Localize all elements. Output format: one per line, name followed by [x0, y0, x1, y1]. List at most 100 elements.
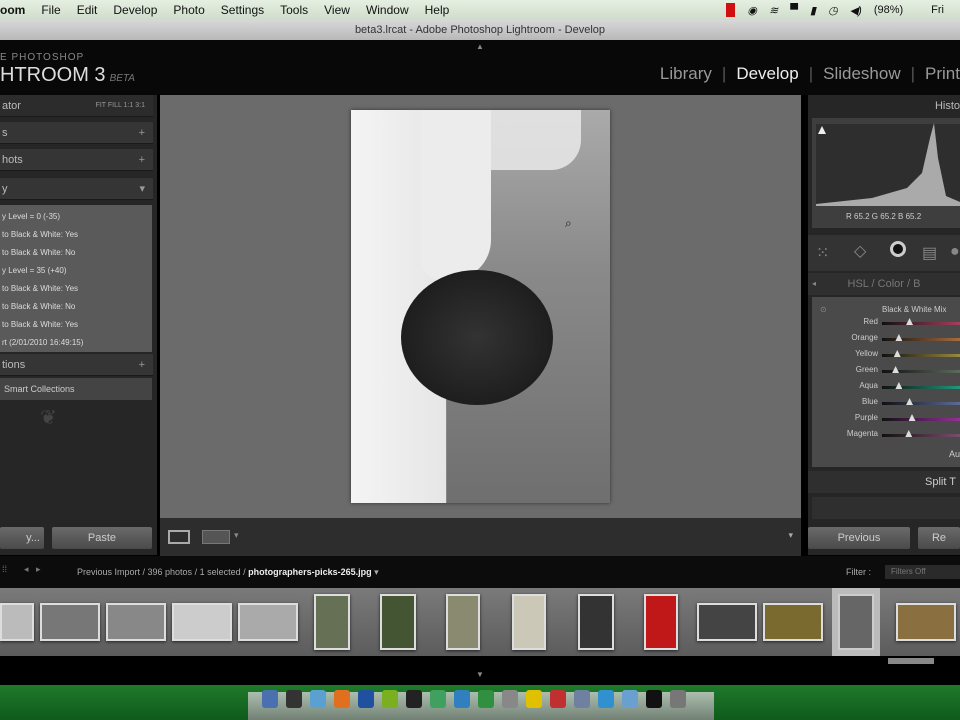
status-icon[interactable]: ◉ — [747, 4, 757, 17]
history-item[interactable]: to Black & White: Yes — [2, 226, 152, 244]
bluetooth-icon[interactable]: ▮ — [810, 4, 816, 17]
dock-app-icon[interactable] — [502, 690, 518, 708]
filmstrip-thumbnail[interactable] — [838, 594, 874, 650]
dock-app-icon[interactable] — [670, 690, 686, 708]
detail-header[interactable] — [812, 497, 960, 519]
before-after-icon[interactable] — [202, 530, 230, 544]
dock-app-icon[interactable] — [310, 690, 326, 708]
filmstrip-thumbnail[interactable] — [512, 594, 546, 650]
slider-aqua[interactable]: Aqua — [812, 379, 960, 395]
slider-magenta[interactable]: Magenta — [812, 427, 960, 443]
target-adjust-icon[interactable]: ⊙ — [820, 305, 827, 314]
display-icon[interactable]: ▀ — [790, 4, 798, 16]
grid-view-icon[interactable]: ⁞⁞ — [2, 564, 7, 574]
slider-track[interactable] — [882, 322, 960, 325]
filmstrip-thumbnail[interactable] — [0, 603, 34, 641]
history-item[interactable]: to Black & White: Yes — [2, 316, 152, 334]
dock-app-icon[interactable] — [526, 690, 542, 708]
history-item[interactable]: to Black & White: No — [2, 298, 152, 316]
add-preset-icon[interactable]: + — [139, 122, 145, 144]
photo-preview[interactable]: ⌕ — [351, 110, 610, 503]
back-icon[interactable]: ◂ — [24, 564, 29, 575]
collapse-top-icon[interactable]: ▲ — [476, 42, 484, 51]
dock-app-icon[interactable] — [358, 690, 374, 708]
time-machine-icon[interactable]: ◷ — [828, 4, 838, 17]
panel-toggle-icon[interactable]: ◂ — [812, 279, 816, 288]
histogram-header[interactable]: Histo — [935, 100, 960, 112]
history-header[interactable]: y ▾ — [0, 178, 153, 200]
menu-window[interactable]: Window — [366, 3, 409, 17]
slider-track[interactable] — [882, 418, 960, 421]
dock-app-icon[interactable] — [598, 690, 614, 708]
history-item[interactable]: to Black & White: Yes — [2, 280, 152, 298]
crop-tool-icon[interactable]: ⁙ — [816, 243, 829, 263]
navigator-header[interactable]: ator FIT FILL 1:1 3:1 — [0, 95, 153, 117]
auto-adjust-button[interactable]: Au — [949, 449, 960, 459]
menu-help[interactable]: Help — [425, 3, 450, 17]
wifi-icon[interactable]: ≋ — [769, 4, 778, 17]
hsl-color-bw-header[interactable]: HSL / Color / B — [808, 273, 960, 295]
graduated-filter-icon[interactable]: ▤ — [922, 243, 937, 263]
module-develop[interactable]: Develop — [736, 64, 798, 84]
collections-header[interactable]: tions + — [0, 354, 153, 376]
presets-header[interactable]: s + — [0, 122, 153, 144]
snapshots-header[interactable]: hots + — [0, 149, 153, 171]
slider-yellow[interactable]: Yellow — [812, 347, 960, 363]
slider-track[interactable] — [882, 354, 960, 357]
history-item[interactable]: to Black & White: No — [2, 244, 152, 262]
history-item[interactable]: rt (2/01/2010 16:49:15) — [2, 334, 152, 352]
histogram[interactable]: R 65.2 G 65.2 B 65.2 — [812, 118, 960, 228]
dock-app-icon[interactable] — [646, 690, 662, 708]
filmstrip-source[interactable]: Previous Import / 396 photos / 1 selecte… — [77, 567, 379, 578]
menu-file[interactable]: File — [41, 3, 60, 17]
brush-icon[interactable]: ● — [950, 243, 960, 261]
menu-edit[interactable]: Edit — [77, 3, 98, 17]
record-icon[interactable] — [726, 3, 736, 17]
add-collection-icon[interactable]: + — [139, 354, 145, 376]
history-item[interactable]: y Level = 0 (-35) — [2, 208, 152, 226]
filmstrip-thumbnail[interactable] — [380, 594, 416, 650]
collapse-bottom-icon[interactable]: ▼ — [476, 670, 484, 679]
dock-app-icon[interactable] — [382, 690, 398, 708]
slider-blue[interactable]: Blue — [812, 395, 960, 411]
filmstrip-thumbnail[interactable] — [446, 594, 480, 650]
dock-app-icon[interactable] — [454, 690, 470, 708]
filmstrip-thumbnail[interactable] — [644, 594, 678, 650]
menu-view[interactable]: View — [324, 3, 350, 17]
module-print[interactable]: Print — [925, 64, 960, 84]
filmstrip-thumbnail[interactable] — [763, 603, 823, 641]
slider-track[interactable] — [882, 386, 960, 389]
slider-track[interactable] — [882, 338, 960, 341]
filter-dropdown[interactable]: Filters Off — [885, 565, 960, 579]
menu-develop[interactable]: Develop — [113, 3, 157, 17]
copy-button[interactable]: y... — [0, 527, 44, 549]
filmstrip-thumbnail[interactable] — [238, 603, 298, 641]
menu-settings[interactable]: Settings — [221, 3, 264, 17]
menu-app[interactable]: oom — [0, 3, 25, 17]
filmstrip-thumbnail[interactable] — [697, 603, 757, 641]
dock-app-icon[interactable] — [622, 690, 638, 708]
slider-red[interactable]: Red — [812, 315, 960, 331]
module-slideshow[interactable]: Slideshow — [823, 64, 901, 84]
toolbar-menu-icon[interactable]: ▾ — [788, 530, 793, 541]
filmstrip-thumbnail[interactable] — [172, 603, 232, 641]
slider-track[interactable] — [882, 434, 960, 437]
filmstrip-scrollbar[interactable] — [888, 658, 934, 664]
smart-collections-item[interactable]: Smart Collections — [0, 378, 152, 400]
loupe-view-icon[interactable] — [168, 530, 190, 544]
menu-photo[interactable]: Photo — [173, 3, 204, 17]
dock-app-icon[interactable] — [334, 690, 350, 708]
battery-status[interactable]: (98%) — [874, 4, 903, 16]
split-toning-header[interactable]: Split T — [808, 471, 960, 493]
red-eye-icon[interactable] — [890, 241, 906, 257]
dock-app-icon[interactable] — [574, 690, 590, 708]
slider-track[interactable] — [882, 402, 960, 405]
zoom-options[interactable]: FIT FILL 1:1 3:1 — [96, 95, 145, 117]
filmstrip-thumbnail[interactable] — [578, 594, 614, 650]
slider-orange[interactable]: Orange — [812, 331, 960, 347]
slider-green[interactable]: Green — [812, 363, 960, 379]
dock-app-icon[interactable] — [262, 690, 278, 708]
history-item[interactable]: y Level = 35 (+40) — [2, 262, 152, 280]
paste-button[interactable]: Paste — [52, 527, 152, 549]
filmstrip-thumbnail[interactable] — [40, 603, 100, 641]
